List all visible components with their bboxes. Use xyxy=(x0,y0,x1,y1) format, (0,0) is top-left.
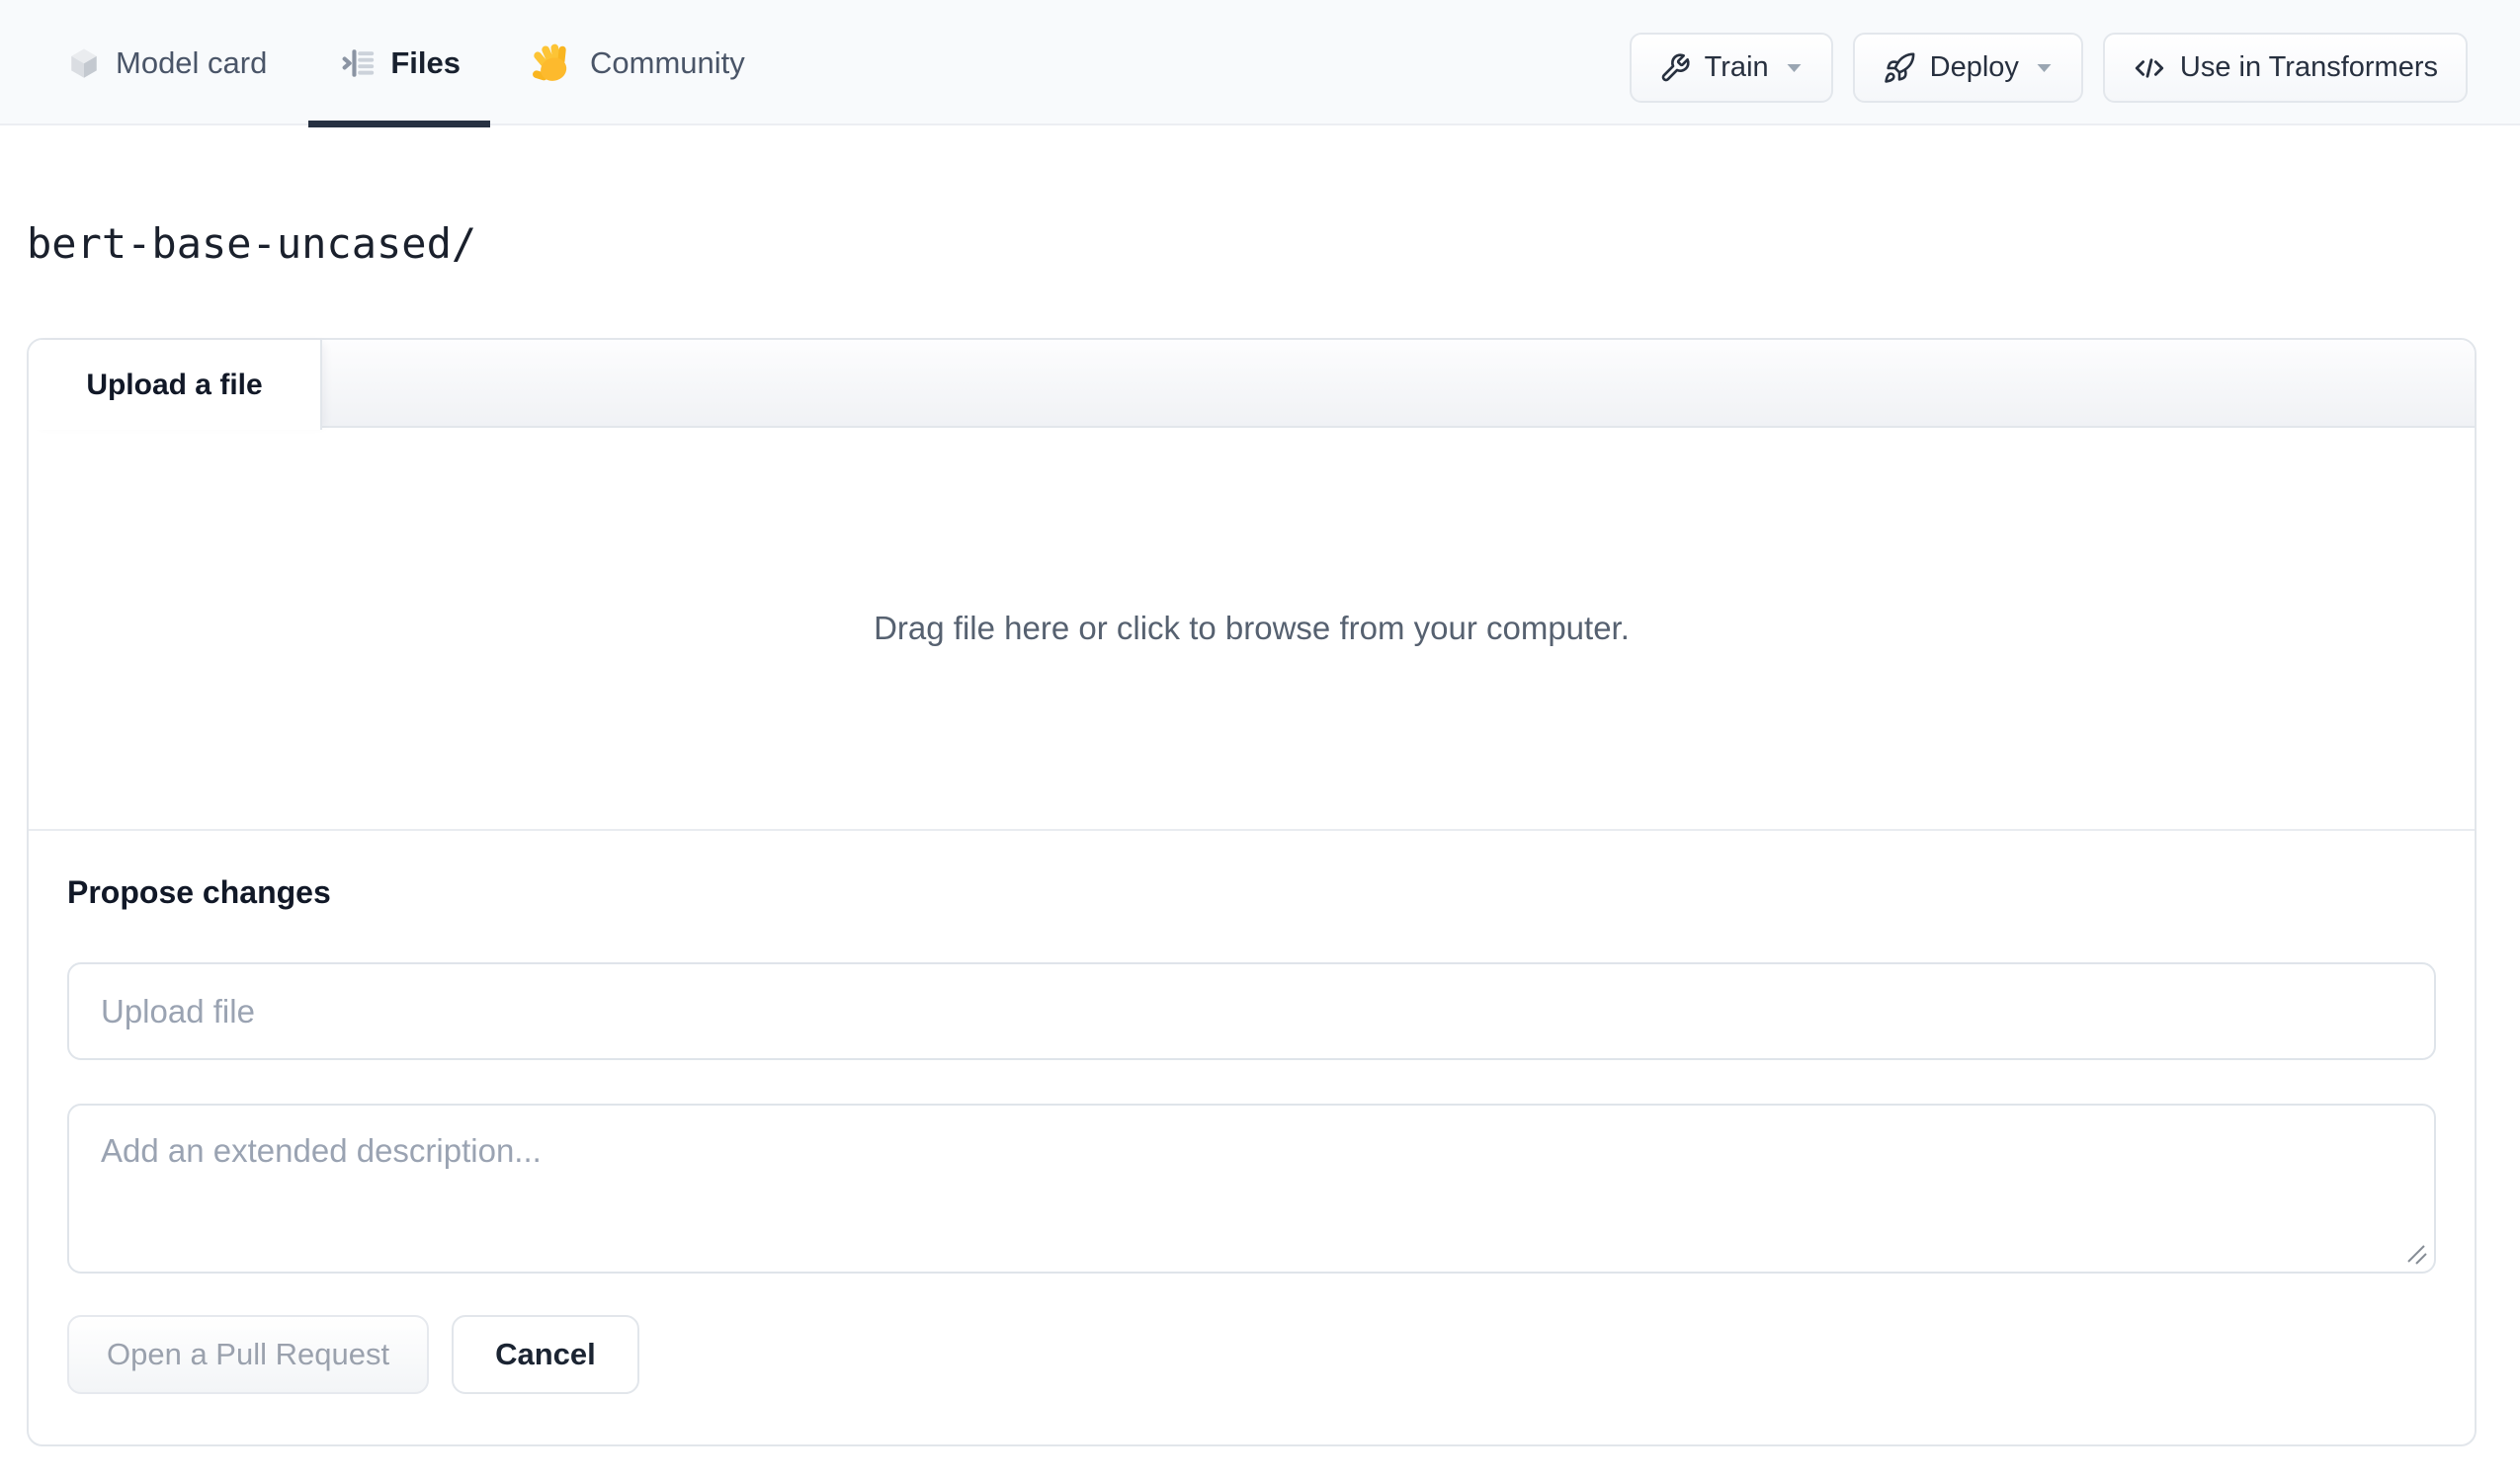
upload-panel: Upload a file Drag file here or click to… xyxy=(27,338,2477,1446)
deploy-button[interactable]: Deploy xyxy=(1852,33,2083,103)
resize-handle-icon[interactable] xyxy=(2401,1239,2429,1267)
tab-upload-a-file-label: Upload a file xyxy=(86,368,263,401)
upload-filename-input[interactable] xyxy=(67,962,2436,1060)
propose-actions: Open a Pull Request Cancel xyxy=(67,1315,2436,1394)
tab-community-label: Community xyxy=(590,44,745,80)
deploy-button-label: Deploy xyxy=(1929,51,2019,83)
caret-down-icon xyxy=(1785,61,1804,74)
tab-upload-a-file[interactable]: Upload a file xyxy=(29,340,322,430)
repo-action-buttons: Train Deploy Use in Transformers xyxy=(1629,33,2468,103)
propose-changes-heading: Propose changes xyxy=(67,874,331,910)
train-button-label: Train xyxy=(1704,51,1769,83)
repo-tabs: Model card Files Community xyxy=(38,0,775,127)
page: Model card Files Community Train Deploy … xyxy=(0,0,2520,1482)
cancel-button[interactable]: Cancel xyxy=(452,1315,639,1394)
use-in-transformers-button[interactable]: Use in Transformers xyxy=(2102,33,2468,103)
tab-files-label: Files xyxy=(390,44,462,80)
rocket-icon xyxy=(1883,51,1916,85)
tab-model-card[interactable]: Model card xyxy=(38,0,296,125)
panel-tabstrip: Upload a file xyxy=(29,340,2475,430)
description-field-wrap xyxy=(67,1104,2436,1274)
waving-hand-icon xyxy=(532,41,575,85)
tab-community[interactable]: Community xyxy=(502,0,775,125)
open-pull-request-button[interactable]: Open a Pull Request xyxy=(67,1315,430,1394)
repo-tab-bar: Model card Files Community Train Deploy … xyxy=(0,0,2520,127)
files-list-icon xyxy=(338,44,376,82)
tab-files[interactable]: Files xyxy=(308,0,491,127)
propose-changes-section: Propose changes Open a Pull Request Canc… xyxy=(29,874,2475,1394)
wrench-icon xyxy=(1659,52,1691,84)
train-button[interactable]: Train xyxy=(1629,33,1833,103)
file-dropzone[interactable]: Drag file here or click to browse from y… xyxy=(29,428,2475,831)
description-textarea[interactable] xyxy=(67,1104,2436,1274)
cube-icon xyxy=(67,46,101,80)
breadcrumb: bert-base-uncased/ xyxy=(27,219,477,268)
dropzone-text: Drag file here or click to browse from y… xyxy=(874,610,1630,646)
caret-down-icon xyxy=(2035,61,2054,74)
use-in-transformers-button-label: Use in Transformers xyxy=(2179,51,2438,83)
code-icon xyxy=(2133,51,2166,85)
active-tab-underline xyxy=(308,121,491,127)
tab-model-card-label: Model card xyxy=(116,44,268,80)
